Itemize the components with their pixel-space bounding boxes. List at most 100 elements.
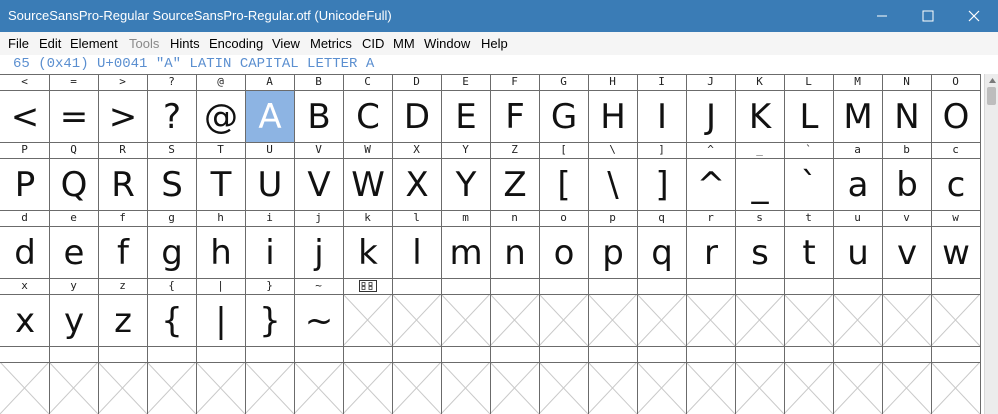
empty-glyph-cell[interactable] xyxy=(343,362,392,414)
glyph-cell[interactable]: B xyxy=(295,91,343,142)
glyph-cell[interactable]: Z xyxy=(491,159,539,210)
glyph-cell[interactable]: o xyxy=(540,227,588,278)
glyph-cell[interactable]: C xyxy=(344,91,392,142)
glyph-cell[interactable]: R xyxy=(99,159,147,210)
glyph-cell[interactable]: = xyxy=(50,91,98,142)
glyph-cell[interactable]: \ xyxy=(589,159,637,210)
menu-item-view[interactable]: View xyxy=(272,36,300,52)
glyph-cell[interactable]: e xyxy=(50,227,98,278)
empty-glyph-cell[interactable] xyxy=(735,294,784,346)
glyph-cell[interactable]: } xyxy=(246,295,294,346)
glyph-cell[interactable]: | xyxy=(197,295,245,346)
glyph-cell[interactable]: x xyxy=(1,295,49,346)
glyph-cell[interactable]: ^ xyxy=(687,159,735,210)
empty-glyph-cell[interactable] xyxy=(784,362,833,414)
glyph-cell[interactable]: S xyxy=(148,159,196,210)
glyph-cell[interactable]: p xyxy=(589,227,637,278)
empty-glyph-cell[interactable] xyxy=(784,294,833,346)
glyph-cell[interactable]: { xyxy=(148,295,196,346)
glyph-cell[interactable]: T xyxy=(197,159,245,210)
empty-glyph-cell[interactable] xyxy=(294,362,343,414)
glyph-cell[interactable]: t xyxy=(785,227,833,278)
glyph-cell[interactable]: n xyxy=(491,227,539,278)
glyph-cell[interactable]: q xyxy=(638,227,686,278)
empty-glyph-cell[interactable] xyxy=(931,362,980,414)
menu-item-mm[interactable]: MM xyxy=(393,36,415,52)
empty-glyph-cell[interactable] xyxy=(147,362,196,414)
glyph-cell[interactable]: L xyxy=(785,91,833,142)
glyph-cell[interactable]: h xyxy=(197,227,245,278)
empty-glyph-cell[interactable] xyxy=(686,294,735,346)
menu-item-encoding[interactable]: Encoding xyxy=(209,36,263,52)
menu-item-help[interactable]: Help xyxy=(481,36,508,52)
empty-glyph-cell[interactable] xyxy=(931,294,980,346)
glyph-cell[interactable]: W xyxy=(344,159,392,210)
empty-glyph-cell[interactable] xyxy=(637,294,686,346)
glyph-cell[interactable]: s xyxy=(736,227,784,278)
minimize-button[interactable] xyxy=(859,0,905,32)
glyph-cell[interactable]: j xyxy=(295,227,343,278)
glyph-cell[interactable]: v xyxy=(883,227,931,278)
glyph-cell[interactable]: b xyxy=(883,159,931,210)
empty-glyph-cell[interactable] xyxy=(588,362,637,414)
glyph-cell[interactable]: N xyxy=(883,91,931,142)
empty-glyph-cell[interactable] xyxy=(882,362,931,414)
glyph-cell[interactable]: J xyxy=(687,91,735,142)
glyph-cell[interactable]: ` xyxy=(785,159,833,210)
glyph-cell[interactable]: X xyxy=(393,159,441,210)
glyph-cell[interactable]: U xyxy=(246,159,294,210)
glyph-cell[interactable]: O xyxy=(932,91,980,142)
menu-item-metrics[interactable]: Metrics xyxy=(310,36,352,52)
glyph-cell[interactable]: P xyxy=(1,159,49,210)
menu-item-cid[interactable]: CID xyxy=(362,36,384,52)
glyph-cell[interactable]: Q xyxy=(50,159,98,210)
glyph-cell[interactable]: c xyxy=(932,159,980,210)
empty-glyph-cell[interactable] xyxy=(49,362,98,414)
menu-item-hints[interactable]: Hints xyxy=(170,36,200,52)
empty-glyph-cell[interactable] xyxy=(490,362,539,414)
empty-glyph-cell[interactable] xyxy=(539,362,588,414)
glyph-cell[interactable]: _ xyxy=(736,159,784,210)
empty-glyph-cell[interactable] xyxy=(196,362,245,414)
glyph-cell[interactable]: u xyxy=(834,227,882,278)
glyph-cell[interactable]: i xyxy=(246,227,294,278)
glyph-cell[interactable]: ] xyxy=(638,159,686,210)
glyph-cell[interactable]: d xyxy=(1,227,49,278)
glyph-cell[interactable]: z xyxy=(99,295,147,346)
empty-glyph-cell[interactable] xyxy=(882,294,931,346)
glyph-cell[interactable]: [ xyxy=(540,159,588,210)
glyph-cell[interactable]: w xyxy=(932,227,980,278)
glyph-cell[interactable]: M xyxy=(834,91,882,142)
empty-glyph-cell[interactable] xyxy=(833,362,882,414)
scrollbar-thumb[interactable] xyxy=(987,87,996,105)
glyph-cell[interactable]: G xyxy=(540,91,588,142)
glyph-cell[interactable]: > xyxy=(99,91,147,142)
glyph-cell[interactable]: g xyxy=(148,227,196,278)
glyph-cell[interactable]: D xyxy=(393,91,441,142)
glyph-cell[interactable]: a xyxy=(834,159,882,210)
glyph-cell[interactable]: l xyxy=(393,227,441,278)
glyph-cell[interactable]: r xyxy=(687,227,735,278)
glyph-cell[interactable]: H xyxy=(589,91,637,142)
vertical-scrollbar[interactable] xyxy=(984,74,998,414)
glyph-cell[interactable]: K xyxy=(736,91,784,142)
empty-glyph-cell[interactable] xyxy=(392,294,441,346)
glyph-cell[interactable]: m xyxy=(442,227,490,278)
empty-glyph-cell[interactable] xyxy=(441,362,490,414)
menu-item-edit[interactable]: Edit xyxy=(39,36,61,52)
glyph-cell[interactable]: V xyxy=(295,159,343,210)
menu-item-window[interactable]: Window xyxy=(424,36,470,52)
empty-glyph-cell[interactable] xyxy=(441,294,490,346)
empty-glyph-cell[interactable] xyxy=(833,294,882,346)
empty-glyph-cell[interactable] xyxy=(0,362,49,414)
glyph-cell-selected[interactable]: A xyxy=(246,91,294,142)
empty-glyph-cell[interactable] xyxy=(343,294,392,346)
glyph-cell[interactable]: I xyxy=(638,91,686,142)
glyph-cell[interactable]: F xyxy=(491,91,539,142)
glyph-cell[interactable]: f xyxy=(99,227,147,278)
empty-glyph-cell[interactable] xyxy=(539,294,588,346)
glyph-cell[interactable]: E xyxy=(442,91,490,142)
empty-glyph-cell[interactable] xyxy=(735,362,784,414)
glyph-cell[interactable]: ? xyxy=(148,91,196,142)
glyph-cell[interactable]: ~ xyxy=(295,295,343,346)
